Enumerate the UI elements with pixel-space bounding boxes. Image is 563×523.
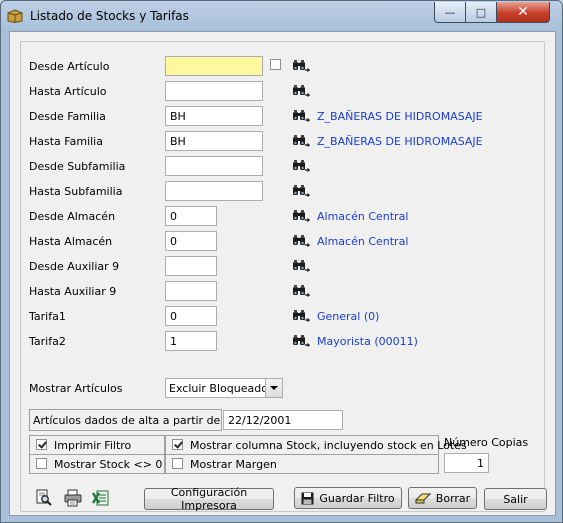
hasta-auxiliar-search-icon[interactable] (292, 284, 310, 298)
configuracion-impresora-button[interactable]: Configuración Impresora (144, 486, 274, 512)
guardar-filtro-button[interactable]: Guardar Filtro (294, 487, 402, 509)
tarifa1-description: General (0) (317, 310, 380, 323)
minimize-icon: — (444, 5, 456, 19)
desde-almacen-label: Desde Almacén (29, 210, 116, 223)
desde-familia-input[interactable] (165, 106, 263, 126)
desde-almacen-search-icon[interactable] (292, 209, 310, 223)
desde-articulo-label: Desde Artículo (29, 60, 110, 73)
desde-articulo-checkbox[interactable] (270, 59, 281, 70)
title-bar[interactable]: Listado de Stocks y Tarifas — □ ✕ (1, 1, 562, 31)
desde-auxiliar-search-icon[interactable] (292, 259, 310, 273)
desde-familia-search-icon[interactable] (292, 109, 310, 123)
mostrar-margen-checkbox[interactable] (172, 458, 183, 469)
excel-export-icon[interactable] (92, 489, 110, 507)
hasta-almacen-input[interactable] (165, 231, 217, 251)
numero-copias-input[interactable] (444, 453, 489, 473)
tarifa1-label: Tarifa1 (29, 310, 66, 323)
hasta-almacen-description: Almacén Central (317, 235, 409, 248)
configuracion-impresora-label: Configuración Impresora (170, 486, 248, 512)
desde-almacen-description: Almacén Central (317, 210, 409, 223)
tarifa2-search-icon[interactable] (292, 334, 310, 348)
maximize-button[interactable]: □ (465, 2, 497, 23)
window-title: Listado de Stocks y Tarifas (30, 9, 189, 23)
mostrar-columna-stock-checkbox[interactable] (172, 439, 183, 450)
salir-button[interactable]: Salir (484, 488, 547, 510)
dialog-window: Listado de Stocks y Tarifas — □ ✕ Desde … (0, 0, 563, 523)
desde-auxiliar-label: Desde Auxiliar 9 (29, 260, 120, 273)
print-preview-icon[interactable] (35, 489, 53, 507)
tarifa1-search-icon[interactable] (292, 309, 310, 323)
desde-subfamilia-input[interactable] (165, 156, 263, 176)
mostrar-columna-stock-option[interactable]: Mostrar columna Stock, incluyendo stock … (165, 435, 467, 455)
guardar-filtro-label: Guardar Filtro (319, 491, 395, 505)
mostrar-stock-checkbox[interactable] (36, 458, 47, 469)
close-icon: ✕ (517, 4, 529, 20)
hasta-familia-input[interactable] (165, 131, 263, 151)
imprimir-filtro-label: Imprimir Filtro (54, 439, 132, 452)
desde-familia-description: Z_BAÑERAS DE HIDROMASAJE (317, 110, 483, 123)
salir-label: Salir (503, 492, 528, 506)
numero-copias-label: Número Copias (444, 436, 529, 449)
mostrar-margen-option[interactable]: Mostrar Margen (165, 454, 439, 474)
desde-subfamilia-label: Desde Subfamilia (29, 160, 126, 173)
folder-app-icon (7, 9, 23, 23)
mostrar-margen-label: Mostrar Margen (190, 458, 277, 471)
fecha-alta-label-box: Artículos dados de alta a partir de (29, 409, 222, 431)
tarifa1-input[interactable] (165, 306, 217, 326)
hasta-auxiliar-input[interactable] (165, 281, 217, 301)
mostrar-articulos-label: Mostrar Artículos (29, 382, 123, 395)
tarifa2-label: Tarifa2 (29, 335, 66, 348)
hasta-almacen-label: Hasta Almacén (29, 235, 113, 248)
printer-icon[interactable] (64, 489, 82, 507)
borrar-button[interactable]: Borrar (408, 487, 477, 509)
desde-subfamilia-search-icon[interactable] (292, 159, 310, 173)
hasta-almacen-search-icon[interactable] (292, 234, 310, 248)
hasta-articulo-label: Hasta Artículo (29, 85, 107, 98)
desde-articulo-search-icon[interactable] (292, 59, 310, 73)
hasta-familia-label: Hasta Familia (29, 135, 103, 148)
close-button[interactable]: ✕ (496, 2, 550, 23)
tarifa2-input[interactable] (165, 331, 217, 351)
desde-auxiliar-input[interactable] (165, 256, 217, 276)
mostrar-columna-stock-label: Mostrar columna Stock, incluyendo stock … (190, 439, 467, 452)
mostrar-articulos-selected: Excluir Bloqueados (169, 382, 274, 395)
imprimir-filtro-option[interactable]: Imprimir Filtro (29, 435, 165, 455)
floppy-disk-icon (301, 492, 314, 504)
hasta-subfamilia-input[interactable] (165, 181, 263, 201)
hasta-subfamilia-label: Hasta Subfamilia (29, 185, 123, 198)
hasta-subfamilia-search-icon[interactable] (292, 184, 310, 198)
desde-familia-label: Desde Familia (29, 110, 106, 123)
hasta-auxiliar-label: Hasta Auxiliar 9 (29, 285, 117, 298)
chevron-down-icon[interactable] (265, 379, 282, 397)
imprimir-filtro-checkbox[interactable] (36, 439, 47, 450)
hasta-articulo-input[interactable] (165, 81, 263, 101)
minimize-button[interactable]: — (434, 2, 466, 23)
hasta-familia-search-icon[interactable] (292, 134, 310, 148)
hasta-articulo-search-icon[interactable] (292, 84, 310, 98)
desde-almacen-input[interactable] (165, 206, 217, 226)
hasta-familia-description: Z_BAÑERAS DE HIDROMASAJE (317, 135, 483, 148)
mostrar-stock-option[interactable]: Mostrar Stock <> 0 (29, 454, 165, 474)
fecha-alta-input[interactable] (223, 410, 343, 430)
tarifa2-description: Mayorista (00011) (317, 335, 418, 348)
fecha-alta-label: Artículos dados de alta a partir de (33, 414, 221, 427)
desde-articulo-input[interactable] (165, 56, 263, 76)
dialog-client-area: Desde Artículo Hasta Artículo Desde Fami… (9, 31, 556, 516)
mostrar-articulos-select[interactable]: Excluir Bloqueados (165, 378, 283, 398)
maximize-icon: □ (475, 5, 487, 19)
eraser-icon (414, 493, 431, 504)
mostrar-stock-label: Mostrar Stock <> 0 (54, 458, 163, 471)
borrar-label: Borrar (435, 491, 471, 505)
